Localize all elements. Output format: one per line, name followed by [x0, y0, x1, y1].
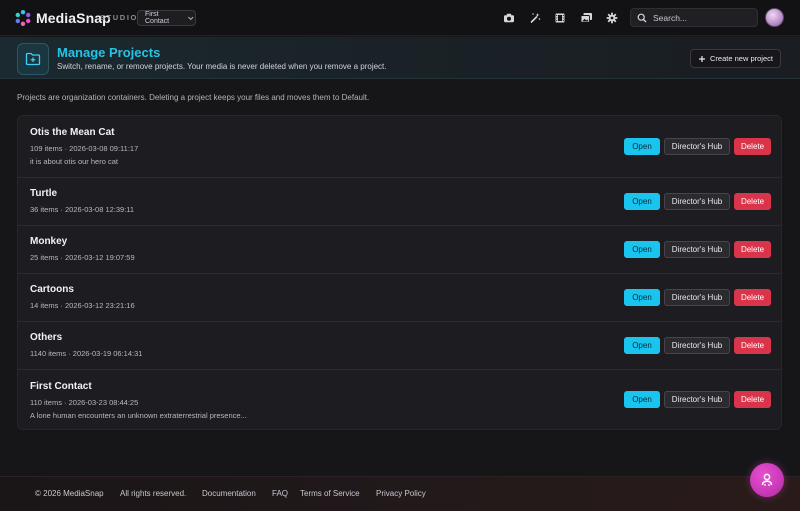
open-button[interactable]: Open — [624, 241, 660, 258]
studio-label: STUDIO — [100, 13, 138, 22]
open-button[interactable]: Open — [624, 391, 660, 408]
open-button[interactable]: Open — [624, 138, 660, 155]
delete-button[interactable]: Delete — [734, 138, 771, 155]
footer-link-terms[interactable]: Terms of Service — [300, 489, 360, 498]
project-card: Turtle 36 items · 2026-03-08 12:39:11 Op… — [18, 178, 781, 226]
folder-plus-icon — [17, 43, 49, 75]
project-selector[interactable]: First Contact — [137, 10, 196, 26]
project-name: Others — [30, 332, 63, 343]
project-meta: 1140 items · 2026-03-19 06:14:31 — [30, 349, 143, 358]
project-name: Turtle — [30, 188, 58, 199]
footer-link-documentation[interactable]: Documentation — [202, 489, 256, 498]
footer-link-faq[interactable]: FAQ — [272, 489, 288, 498]
camera-icon[interactable] — [502, 11, 516, 25]
footer: © 2026 MediaSnap All rights reserved. Do… — [0, 476, 800, 511]
page-subtitle: Switch, rename, or remove projects. Your… — [57, 62, 387, 71]
film-icon[interactable] — [553, 11, 567, 25]
project-card: Monkey 25 items · 2026-03-12 19:07:59 Op… — [18, 226, 781, 274]
magic-wand-icon[interactable] — [528, 11, 542, 25]
create-project-button[interactable]: Create new project — [690, 49, 781, 68]
project-name: Monkey — [30, 236, 68, 247]
project-meta: 25 items · 2026-03-12 19:07:59 — [30, 253, 135, 262]
open-button[interactable]: Open — [624, 337, 660, 354]
top-bar: MediaSnap STUDIO First Contact — [0, 0, 800, 36]
search-input[interactable] — [653, 12, 753, 23]
project-name: Cartoons — [30, 284, 74, 295]
project-list: Otis the Mean Cat 109 items · 2026-03-08… — [17, 115, 782, 430]
avatar[interactable] — [765, 8, 784, 27]
project-meta: 14 items · 2026-03-12 23:21:16 — [30, 301, 135, 310]
plus-icon — [699, 55, 706, 62]
gallery-icon[interactable] — [579, 11, 593, 25]
delete-button[interactable]: Delete — [734, 391, 771, 408]
page-title: Manage Projects — [57, 45, 161, 60]
project-description: A lone human encounters an unknown extra… — [30, 411, 247, 420]
directors-hub-button[interactable]: Director's Hub — [664, 193, 730, 210]
directors-hub-button[interactable]: Director's Hub — [664, 391, 730, 408]
project-name: First Contact — [30, 381, 92, 392]
mediasnap-logo-icon[interactable] — [14, 9, 32, 27]
create-project-label: Create new project — [710, 54, 773, 63]
project-name: Otis the Mean Cat — [30, 127, 115, 138]
directors-hub-button[interactable]: Director's Hub — [664, 289, 730, 306]
open-button[interactable]: Open — [624, 193, 660, 210]
project-meta: 110 items · 2026-03-23 08:44:25 — [30, 398, 139, 407]
directors-hub-button[interactable]: Director's Hub — [664, 138, 730, 155]
project-card: Cartoons 14 items · 2026-03-12 23:21:16 … — [18, 274, 781, 322]
assistant-fab-button[interactable] — [750, 463, 784, 497]
gear-icon[interactable] — [605, 11, 619, 25]
delete-button[interactable]: Delete — [734, 337, 771, 354]
project-card: Others 1140 items · 2026-03-19 06:14:31 … — [18, 322, 781, 370]
delete-button[interactable]: Delete — [734, 193, 771, 210]
project-selector-value: First Contact — [145, 11, 170, 25]
delete-button[interactable]: Delete — [734, 241, 771, 258]
project-card: First Contact 110 items · 2026-03-23 08:… — [18, 370, 781, 429]
project-meta: 36 items · 2026-03-08 12:39:11 — [30, 205, 135, 214]
project-card: Otis the Mean Cat 109 items · 2026-03-08… — [18, 116, 781, 178]
search-box[interactable] — [630, 8, 758, 27]
footer-rights: All rights reserved. — [120, 489, 187, 498]
directors-hub-button[interactable]: Director's Hub — [664, 337, 730, 354]
assistant-icon — [761, 473, 773, 486]
directors-hub-button[interactable]: Director's Hub — [664, 241, 730, 258]
footer-link-privacy[interactable]: Privacy Policy — [376, 489, 426, 498]
chevron-down-icon — [188, 16, 194, 21]
project-meta: 109 items · 2026-03-08 09:11:17 — [30, 144, 139, 153]
open-button[interactable]: Open — [624, 289, 660, 306]
project-description: it is about otis our hero cat — [30, 157, 118, 166]
search-icon — [637, 13, 647, 22]
info-text: Projects are organization containers. De… — [17, 93, 370, 102]
footer-copyright: © 2026 MediaSnap — [35, 489, 104, 498]
delete-button[interactable]: Delete — [734, 289, 771, 306]
